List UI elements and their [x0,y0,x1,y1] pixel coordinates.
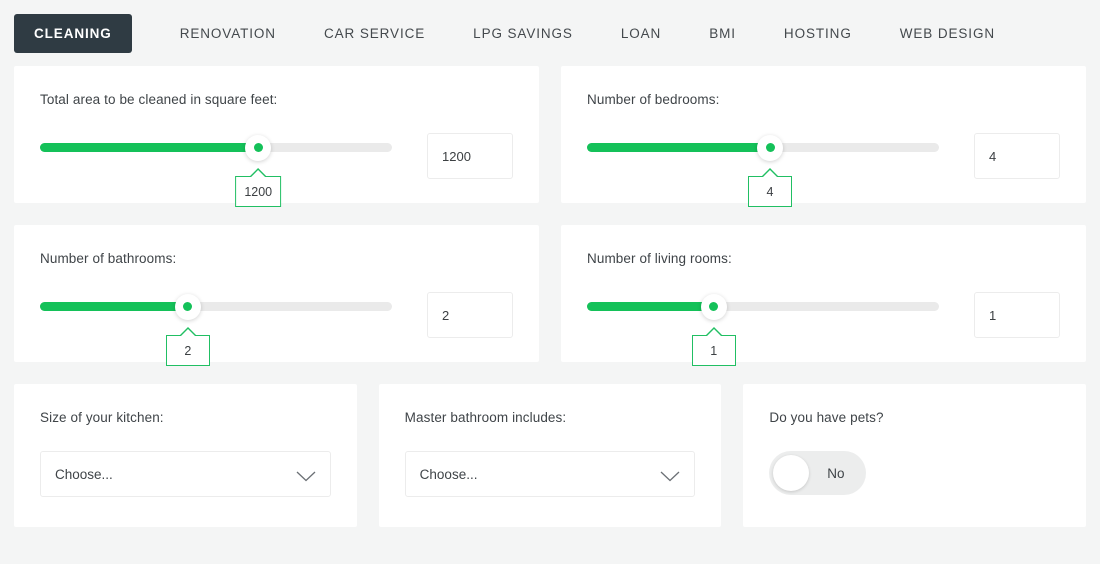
slider-handle-dot [183,302,192,311]
slider-fill [40,143,258,152]
label-living-rooms: Number of living rooms: [587,251,1060,266]
toggle-pets[interactable]: No [769,451,866,495]
slider-row-bedrooms: 4 [587,133,1060,179]
slider-bathrooms[interactable]: 2 [40,292,427,311]
slider-total-area[interactable]: 1200 [40,133,427,152]
tab-loan[interactable]: LOAN [621,14,661,53]
input-total-area[interactable] [427,133,513,179]
slider-handle[interactable] [757,135,783,161]
slider-bedrooms[interactable]: 4 [587,133,974,152]
label-master-bathroom: Master bathroom includes: [405,410,696,425]
input-living-rooms[interactable] [974,292,1060,338]
slider-fill [40,302,188,311]
card-master-bathroom: Master bathroom includes: Choose... [379,384,722,527]
tab-lpg-savings[interactable]: LPG SAVINGS [473,14,573,53]
slider-value-bubble: 1 [692,335,736,366]
toggle-knob [773,455,809,491]
form-row-3: Size of your kitchen: Choose... Master b… [14,384,1086,527]
input-bathrooms[interactable] [427,292,513,338]
slider-track[interactable]: 1 [587,302,939,311]
chevron-down-icon [296,469,316,487]
card-kitchen-size: Size of your kitchen: Choose... [14,384,357,527]
slider-fill [587,302,714,311]
toggle-pets-state: No [809,466,862,481]
label-total-area: Total area to be cleaned in square feet: [40,92,513,107]
slider-track[interactable]: 2 [40,302,392,311]
card-living-rooms: Number of living rooms: 1 [561,225,1086,362]
card-bathrooms: Number of bathrooms: 2 [14,225,539,362]
label-bedrooms: Number of bedrooms: [587,92,1060,107]
select-kitchen-size[interactable]: Choose... [40,451,331,497]
slider-row-living-rooms: 1 [587,292,1060,338]
slider-track[interactable]: 4 [587,143,939,152]
form-row-2: Number of bathrooms: 2 Number of living … [14,225,1086,362]
slider-value-bubble: 2 [166,335,210,366]
slider-track[interactable]: 1200 [40,143,392,152]
slider-row-bathrooms: 2 [40,292,513,338]
slider-handle[interactable] [245,135,271,161]
slider-value-bubble: 1200 [235,176,281,207]
form-row-1: Total area to be cleaned in square feet:… [14,66,1086,203]
input-bedrooms[interactable] [974,133,1060,179]
slider-row-total-area: 1200 [40,133,513,179]
label-bathrooms: Number of bathrooms: [40,251,513,266]
slider-handle[interactable] [175,294,201,320]
slider-handle-dot [766,143,775,152]
chevron-down-icon [660,469,680,487]
main-nav: CLEANING RENOVATION CAR SERVICE LPG SAVI… [0,0,1100,66]
card-pets: Do you have pets? No [743,384,1086,527]
select-master-bathroom[interactable]: Choose... [405,451,696,497]
label-kitchen-size: Size of your kitchen: [40,410,331,425]
tab-car-service[interactable]: CAR SERVICE [324,14,425,53]
tab-hosting[interactable]: HOSTING [784,14,852,53]
slider-value-bubble: 4 [748,176,792,207]
label-pets: Do you have pets? [769,410,1060,425]
form-body: Total area to be cleaned in square feet:… [0,66,1100,527]
select-kitchen-size-value: Choose... [55,467,113,482]
slider-handle-dot [254,143,263,152]
tab-renovation[interactable]: RENOVATION [180,14,276,53]
card-total-area: Total area to be cleaned in square feet:… [14,66,539,203]
slider-living-rooms[interactable]: 1 [587,292,974,311]
tab-bmi[interactable]: BMI [709,14,736,53]
select-master-bathroom-value: Choose... [420,467,478,482]
card-bedrooms: Number of bedrooms: 4 [561,66,1086,203]
slider-handle-dot [709,302,718,311]
tab-web-design[interactable]: WEB DESIGN [900,14,995,53]
tab-cleaning[interactable]: CLEANING [14,14,132,53]
slider-fill [587,143,770,152]
slider-handle[interactable] [701,294,727,320]
